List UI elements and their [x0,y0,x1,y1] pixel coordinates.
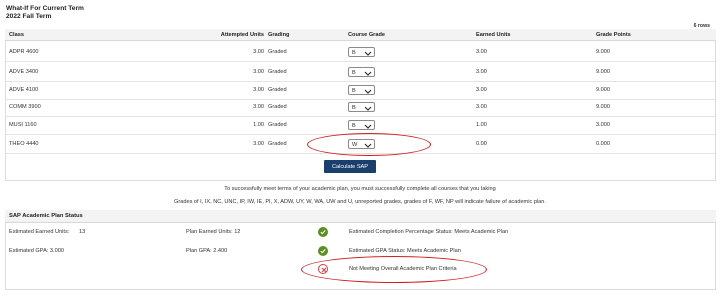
chevron-down-icon [364,124,372,129]
course-grade-select[interactable]: B [348,85,375,95]
course-grade-select[interactable]: B [348,67,375,77]
col-class: Class [9,32,24,38]
grade-points-cell: 9.000 [596,49,610,55]
course-grade-select[interactable]: B [348,102,375,112]
row-divider [6,61,715,62]
annotation-ring-grade [307,133,431,156]
est-earned-value: 13 [79,229,86,235]
col-earned-units: Earned Units [476,32,511,38]
course-grade-select[interactable]: B [348,120,375,130]
chevron-down-icon [364,51,372,56]
attempted-units-cell: 3.00 [253,87,264,93]
attempted-units-cell: 3.00 [253,104,264,110]
course-grade-select[interactable]: B [348,47,375,57]
chevron-down-icon [364,71,372,76]
earned-units-cell: 3.00 [476,49,487,55]
chevron-down-icon [364,106,372,111]
class-cell: MUSI 1160 [9,122,37,128]
annotation-ring-status [301,256,487,283]
earned-units-cell: 3.00 [476,104,487,110]
class-cell: THEO 4440 [9,141,39,147]
earned-units-cell: 1.00 [476,122,487,128]
col-course-grade: Course Grade [348,32,385,38]
course-grade-value: B [352,104,356,111]
check-circle-icon [318,246,328,256]
page-title: What-If For Current Term [6,5,84,12]
attempted-units-cell: 3.00 [253,49,264,55]
plan-note: To successfully meet terms of your acade… [224,186,496,192]
course-grade-value: B [352,69,356,76]
est-gpa: Estimated GPA: 3.000 [9,248,64,254]
class-cell: ADPR 4600 [9,49,39,55]
completion-status: Estimated Completion Percentage Status: … [349,229,509,235]
grade-points-cell: 9.000 [596,87,610,93]
grading-cell: Graded [268,141,287,147]
col-grade-points: Grade Points [596,32,631,38]
grading-cell: Graded [268,69,287,75]
grade-points-cell: 3.000 [596,122,610,128]
attempted-units-cell: 3.00 [253,69,264,75]
plan-earned-units: Plan Earned Units: 12 [186,229,241,235]
grade-points-cell: 0.000 [596,141,610,147]
course-grade-value: B [352,49,356,56]
earned-units-cell: 3.00 [476,69,487,75]
est-earned-label: Estimated Earned Units: [9,229,70,235]
calculate-sap-button[interactable]: Calculate SAP [324,160,376,173]
grading-cell: Graded [268,104,287,110]
earned-units-cell: 3.00 [476,87,487,93]
attempted-units-cell: 3.00 [253,141,264,147]
attempted-units-cell: 1.00 [253,122,264,128]
col-grading: Grading [268,32,290,38]
failure-grades-note: Grades of I, IX, NC, UNC, IP, IW, IE, PI… [174,199,546,205]
class-cell: COMM 3900 [9,104,41,110]
check-circle-icon [318,227,328,237]
course-grade-value: B [352,122,356,129]
col-attempted-units: Attempted Units [220,32,264,38]
sap-status-title: SAP Academic Plan Status [9,213,83,219]
grading-cell: Graded [268,122,287,128]
course-grade-value: B [352,87,356,94]
class-cell: ADVE 3400 [9,69,39,75]
grading-cell: Graded [268,49,287,55]
plan-gpa: Plan GPA: 2.400 [186,248,228,254]
earned-units-cell: 0.00 [476,141,487,147]
term-title: 2022 Fall Term [6,13,52,20]
grade-points-cell: 9.000 [596,104,610,110]
gpa-status: Estimated GPA Status: Meets Academic Pla… [349,248,461,254]
chevron-down-icon [364,89,372,94]
sap-status-header [5,210,716,223]
grading-cell: Graded [268,87,287,93]
grade-points-cell: 9.000 [596,69,610,75]
class-cell: ADVE 4100 [9,87,39,93]
